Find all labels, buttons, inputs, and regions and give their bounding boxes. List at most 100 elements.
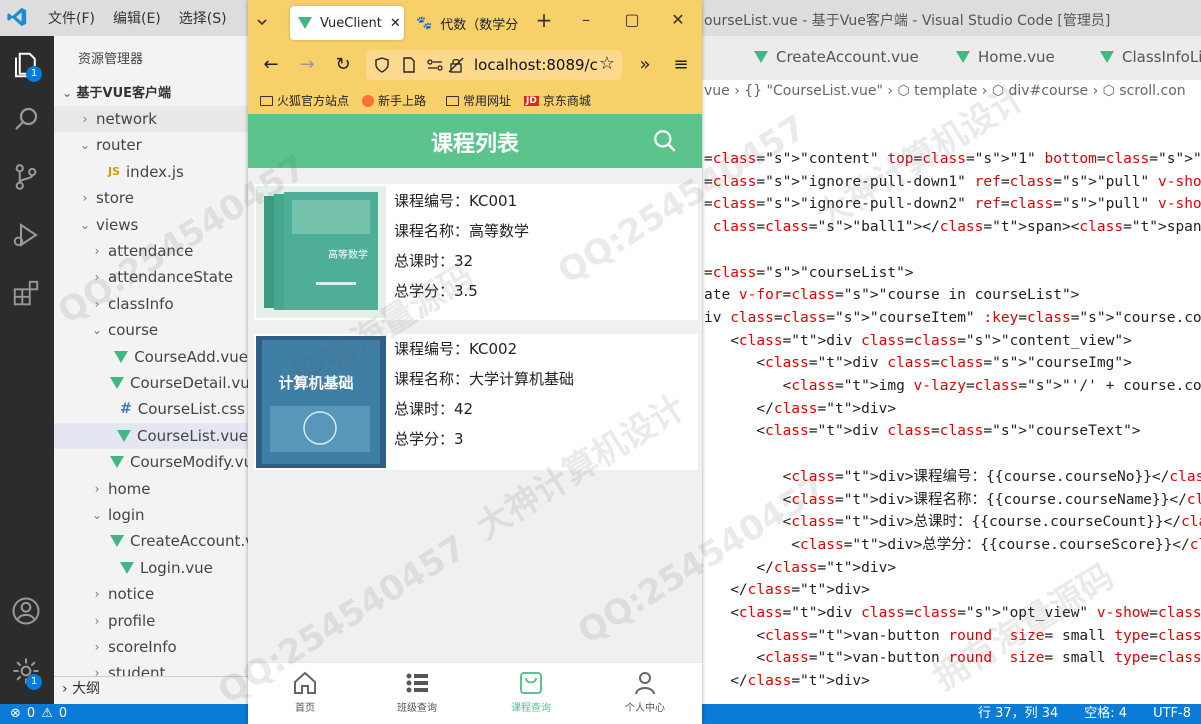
tree-item[interactable]: › notice <box>54 581 248 607</box>
tree-item[interactable]: CourseAdd.vue <box>54 344 248 370</box>
tree-item[interactable]: CourseDetail.vue <box>54 370 248 396</box>
tree-item[interactable]: ⌄ views <box>54 212 248 238</box>
browser-tab-baidu[interactable]: 🐾 代数（数学分 <box>408 6 518 40</box>
code-line: </class="t">div> <box>704 673 870 690</box>
vue-file-icon <box>117 429 132 442</box>
account-icon[interactable] <box>11 596 41 626</box>
tab-profile[interactable]: 个人中心 <box>600 667 690 714</box>
window-title: ourseList.vue - 基于Vue客户端 - Visual Studio… <box>704 13 1111 29</box>
close-tab-icon[interactable]: ✕ <box>390 16 401 31</box>
vue-favicon-icon <box>298 17 312 29</box>
menu-file[interactable]: 文件(F) <box>48 8 95 28</box>
tree-item[interactable]: › attendanceState <box>54 264 248 290</box>
menu-select[interactable]: 选择(S) <box>179 8 227 28</box>
tab-list-icon[interactable] <box>254 14 270 30</box>
vue-file-icon <box>110 535 124 548</box>
tree-item-label: CourseList.vue <box>137 426 248 445</box>
cursor-position[interactable]: 行 37，列 34 <box>978 704 1058 724</box>
reload-icon[interactable]: ↻ <box>332 54 354 75</box>
tree-item[interactable]: › profile <box>54 608 248 634</box>
menu-edit[interactable]: 编辑(E) <box>113 8 161 28</box>
minimize-icon[interactable]: – <box>576 10 596 29</box>
problems-indicator[interactable]: ⊗ 0 ⚠ 0 <box>10 704 67 724</box>
tree-item-label: CourseList.css <box>137 400 245 419</box>
editor-tab-createaccount[interactable]: CreateAccount.vue <box>754 48 919 66</box>
run-debug-icon[interactable] <box>11 220 41 250</box>
code-line: class=class="s">"ball1"></class="t">span… <box>712 219 1201 236</box>
project-root[interactable]: ⌄ 基于VUE客户端 <box>62 82 171 101</box>
bookmark-firefox[interactable]: 火狐官方站点 <box>260 92 349 109</box>
tree-item[interactable]: ⌄ course <box>54 317 248 343</box>
bookmark-jd[interactable]: JD 京东商城 <box>524 92 591 109</box>
tree-item[interactable]: › store <box>54 185 248 211</box>
forward-icon[interactable]: → <box>296 54 318 75</box>
shield-icon[interactable] <box>374 57 390 73</box>
tree-item[interactable]: JS index.js <box>54 159 248 185</box>
tree-item[interactable]: # CourseList.css <box>54 396 248 422</box>
tab-label: Home.vue <box>978 48 1055 66</box>
back-icon[interactable]: ← <box>260 54 282 75</box>
tab-title: VueClient <box>320 15 382 31</box>
tree-item[interactable]: › network <box>54 106 248 132</box>
tree-item-label: CourseAdd.vue <box>134 347 248 366</box>
tree-item-label: attendance <box>108 242 194 260</box>
overflow-icon[interactable]: » <box>634 54 656 75</box>
tree-item[interactable]: › classInfo <box>54 291 248 317</box>
breadcrumb[interactable]: vue › {} "CourseList.vue" › ⬡ template ›… <box>702 80 1201 102</box>
tab-class-query[interactable]: 班级查询 <box>372 667 462 714</box>
tree-item[interactable]: ⌄ login <box>54 502 248 528</box>
activity-bar: 1 1 <box>0 36 54 704</box>
browser-tab-vueclient[interactable]: VueClient ✕ <box>290 6 404 40</box>
tree-item[interactable]: › attendance <box>54 238 248 264</box>
tab-course-query[interactable]: 课程查询 <box>486 667 576 714</box>
tab-home[interactable]: 首页 <box>260 667 350 714</box>
course-card[interactable]: 高等数学 课程编号：KC001 课程名称：高等数学 总课时：32 总学分：3.5 <box>254 184 698 320</box>
tree-item[interactable]: CreateAccount.vue <box>54 528 248 554</box>
course-credits: 总学分：3 <box>394 430 464 448</box>
maximize-icon[interactable]: ▢ <box>622 10 642 29</box>
hamburger-menu-icon[interactable]: ≡ <box>670 54 692 75</box>
encoding[interactable]: UTF-8 <box>1153 704 1191 724</box>
new-tab-icon[interactable]: + <box>534 8 554 32</box>
tree-item[interactable]: CourseModify.vue <box>54 449 248 475</box>
tree-item[interactable]: › scoreInfo <box>54 634 248 660</box>
tab-title: 代数（数学分 <box>440 17 519 33</box>
code-line: <class="t">div>课程编号：{{course.courseNo}}<… <box>704 468 1201 485</box>
editor-tab-home[interactable]: Home.vue <box>956 48 1055 66</box>
extensions-icon[interactable] <box>11 278 41 308</box>
tree-item[interactable]: CourseList.vue <box>54 422 248 449</box>
tree-item-label: router <box>96 136 142 155</box>
close-window-icon[interactable]: ✕ <box>668 10 688 29</box>
indentation[interactable]: 空格: 4 <box>1084 704 1127 724</box>
bookmark-common[interactable]: 常用网址 <box>446 92 511 109</box>
insecure-lock-icon[interactable] <box>448 57 464 73</box>
search-icon[interactable] <box>11 104 41 134</box>
code-line: <class="t">div>总学分：{{course.courseScore}… <box>704 536 1201 553</box>
tree-item[interactable]: Login.vue <box>54 555 248 581</box>
jd-icon: JD <box>524 95 539 106</box>
permissions-icon[interactable] <box>426 57 444 73</box>
tree-item-label: profile <box>108 611 156 630</box>
tree-item[interactable]: ⌄ router <box>54 132 248 158</box>
code-line: </class="t">div> <box>704 400 897 417</box>
menu-bar: 文件(F) 编辑(E) 选择(S) <box>48 8 227 28</box>
source-control-icon[interactable] <box>11 162 41 192</box>
course-cover-image: 高等数学 <box>256 186 386 318</box>
explorer-badge: 1 <box>26 66 42 82</box>
folder-icon <box>446 95 459 106</box>
outline-section[interactable]: › 大纲 <box>54 676 248 702</box>
error-count: 0 <box>26 706 36 721</box>
chevron-right-icon: › <box>94 640 100 654</box>
bookmark-newbie[interactable]: 新手上路 <box>362 92 426 109</box>
tree-item[interactable]: › home <box>54 476 248 502</box>
vue-file-icon <box>120 561 134 574</box>
tree-item-label: scoreInfo <box>108 638 177 656</box>
url-bar[interactable]: localhost:8089/c <box>366 50 622 80</box>
search-icon[interactable] <box>652 128 678 154</box>
editor-tab-classinfolist[interactable]: ClassInfoList <box>1100 48 1201 66</box>
course-card[interactable]: 计算机基础 课程编号：KC002 课程名称：大学计算机基础 总课时：42 总学分… <box>254 334 698 470</box>
home-icon <box>294 671 316 694</box>
bookmark-star-icon[interactable]: ☆ <box>596 53 618 74</box>
explorer-panel: 资源管理器 ⌄ 基于VUE客户端 › network ⌄ router JS index.… <box>54 36 248 704</box>
code-editor[interactable]: =class="s">"content" top=class="s">"1" b… <box>702 102 1201 704</box>
